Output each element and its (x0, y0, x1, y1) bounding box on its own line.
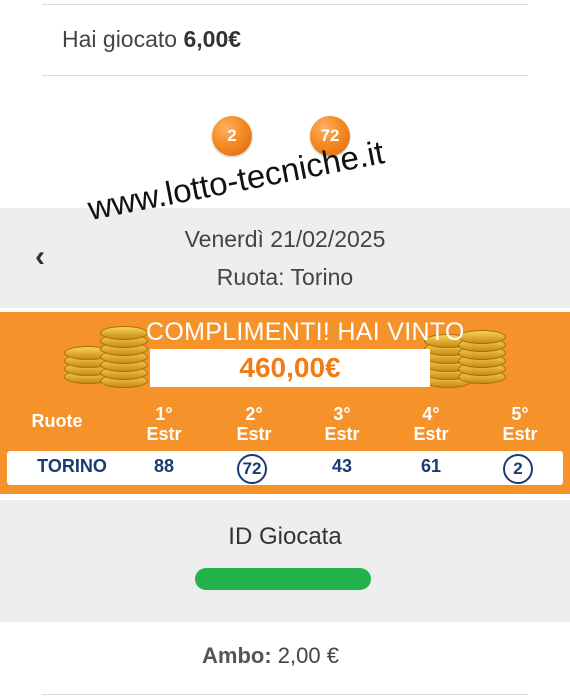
top-divider (42, 4, 528, 5)
ambo-label: Ambo: (202, 643, 272, 668)
draw-ruota: Ruota: Torino (216, 264, 354, 290)
played-amount: 6,00€ (183, 26, 242, 52)
row-ruota: TORINO (37, 456, 107, 476)
redaction-mask (195, 568, 371, 590)
extracted-number-matched: 72 (237, 454, 267, 484)
draw-header (0, 208, 570, 308)
extracted-number: 61 (420, 456, 442, 476)
col-header-estr-2: 2° Estr (236, 404, 272, 444)
col-header-estr-5: 5° Estr (502, 404, 538, 444)
id-section (0, 500, 570, 622)
col-header-estr-3: 3° Estr (324, 404, 360, 444)
win-amount: 460,00€ (150, 349, 430, 387)
extracted-number: 43 (331, 456, 353, 476)
played-label: Hai giocato (62, 26, 178, 52)
bottom-divider (42, 694, 528, 695)
extracted-number-matched: 2 (503, 454, 533, 484)
coin-stack-left-icon (64, 322, 154, 392)
ambo-line: Ambo: 2,00 € (202, 643, 339, 669)
draw-date: Venerdì 21/02/2025 (184, 226, 386, 252)
divider (42, 75, 528, 76)
win-message: COMPLIMENTI! HAI VINTO (146, 318, 465, 346)
played-summary: Hai giocato 6,00€ (62, 26, 241, 53)
col-header-estr-1: 1° Estr (146, 404, 182, 444)
col-header-ruote: Ruote (31, 411, 83, 431)
played-number-ball: 2 (212, 116, 252, 156)
col-header-estr-4: 4° Estr (413, 404, 449, 444)
extracted-number: 88 (153, 456, 175, 476)
ambo-amount: 2,00 € (277, 643, 339, 668)
id-label: ID Giocata (228, 523, 342, 550)
